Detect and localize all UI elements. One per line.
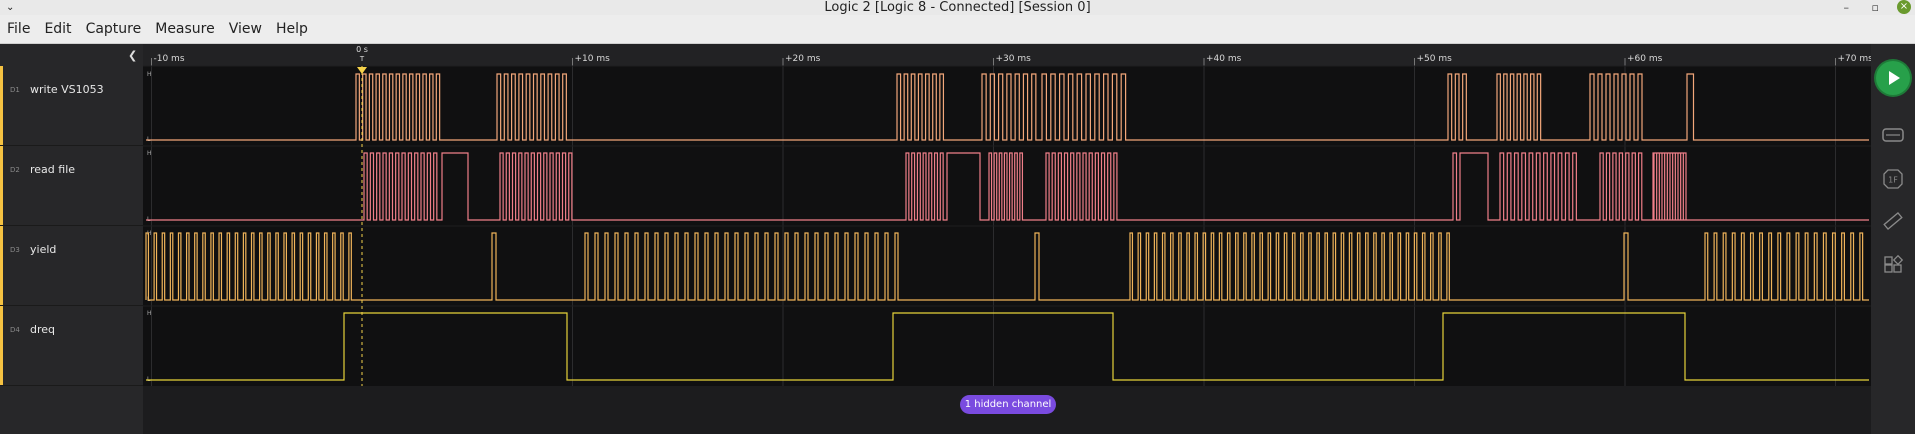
annotations-button[interactable] — [1882, 124, 1904, 146]
maximize-icon[interactable]: ▫ — [1872, 0, 1879, 15]
tick-label: -10 ms — [154, 54, 185, 64]
play-button[interactable] — [1876, 61, 1910, 95]
trigger-marker-label: T — [359, 55, 365, 63]
level-high-label: H — [147, 150, 152, 157]
extensions-button[interactable] — [1882, 254, 1904, 276]
waveform-d2 — [146, 152, 1869, 221]
tick-label: +60 ms — [1627, 54, 1663, 64]
tick-label: +30 ms — [996, 54, 1032, 64]
trigger-time-label: 0 s — [356, 45, 368, 54]
tick-label: +70 ms — [1838, 54, 1872, 64]
ruler-icon — [1883, 212, 1903, 230]
tick-label: +20 ms — [785, 54, 821, 64]
waveform-d1 — [146, 73, 1869, 141]
right-toolbar — [1871, 44, 1915, 434]
waveform-d3 — [145, 232, 1869, 301]
level-high-label: H — [147, 310, 152, 317]
trigger-icon — [357, 67, 367, 74]
measure-button[interactable] — [1882, 210, 1904, 232]
keyboard-icon — [1882, 128, 1904, 142]
play-icon — [1889, 71, 1900, 85]
tick-label: +50 ms — [1417, 54, 1453, 64]
tick-label: +40 ms — [1206, 54, 1242, 64]
tick-label: +10 ms — [575, 54, 611, 64]
close-icon[interactable]: × — [1897, 0, 1911, 14]
extensions-icon — [1884, 254, 1904, 273]
analyzers-button[interactable]: 1F — [1882, 168, 1904, 190]
svg-text:1F: 1F — [1888, 176, 1898, 185]
1f-icon: 1F — [1883, 169, 1903, 189]
waveform-d4 — [146, 312, 1869, 381]
waveform-canvas[interactable]: -10 ms +10 ms +20 ms +30 ms +40 ms +50 ms +60 … — [0, 0, 1871, 386]
hidden-channel-button[interactable]: 1 hidden channel — [960, 395, 1056, 414]
level-high-label: H — [147, 71, 152, 78]
